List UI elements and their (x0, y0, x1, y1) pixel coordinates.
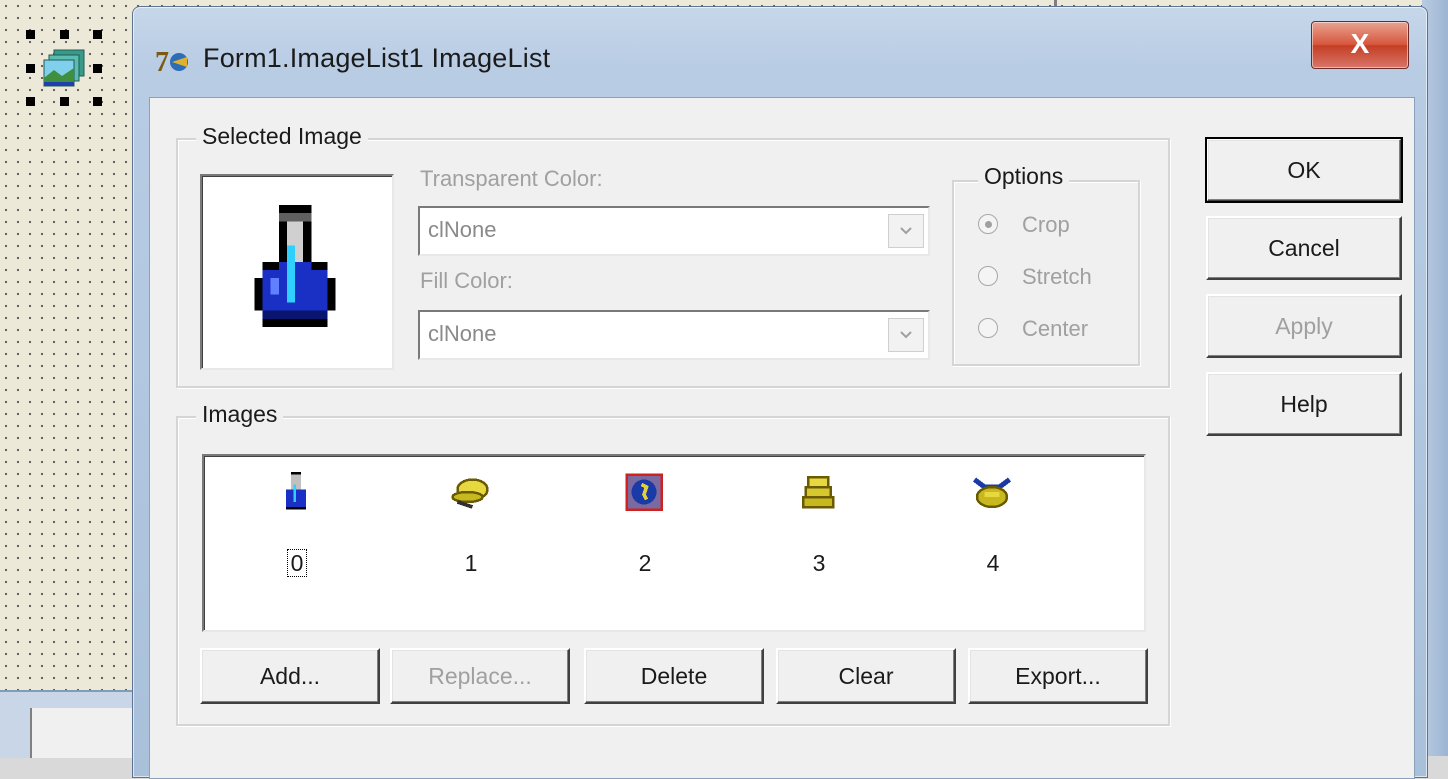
add-button[interactable]: Add... (200, 648, 380, 704)
radio-circle (978, 266, 998, 286)
selection-handle[interactable] (60, 97, 69, 106)
chevron-down-icon (900, 227, 912, 235)
delete-button[interactable]: Delete (584, 648, 764, 704)
selection-handle[interactable] (26, 30, 35, 39)
fill-color-select[interactable]: clNone (418, 310, 930, 360)
selection-handle[interactable] (26, 97, 35, 106)
image-index-label: 0 (238, 549, 356, 577)
ok-button[interactable]: OK (1205, 137, 1403, 203)
image-item[interactable]: 4 (934, 472, 1054, 582)
imagelist-icon (43, 49, 85, 87)
options-group: Options Crop Stretch Center (952, 160, 1140, 366)
designer-bottom-panel (0, 690, 152, 758)
dialog-client-area: Selected Image Transparent Color: clNone… (149, 97, 1415, 779)
delphi-app-icon: 7 (155, 47, 188, 77)
image-index-label: 3 (812, 550, 826, 576)
hat-icon (451, 478, 489, 509)
selected-image-preview (200, 174, 394, 370)
flask-icon (286, 472, 306, 510)
selection-handle[interactable] (26, 64, 35, 73)
replace-button[interactable]: Replace... (390, 648, 570, 704)
image-item[interactable]: 0 (238, 472, 358, 582)
close-icon: X (1350, 28, 1370, 59)
stack-icon (801, 475, 835, 509)
window-title: Form1.ImageList1 ImageList (203, 43, 551, 73)
stretch-label: Stretch (1022, 264, 1092, 289)
image-item[interactable]: 1 (412, 472, 532, 582)
flask-icon (254, 205, 336, 327)
imagelist-editor-dialog: 7 Form1.ImageList1 ImageList X Selected … (132, 6, 1428, 779)
globe-icon (625, 473, 663, 511)
image-index-label: 4 (986, 550, 1000, 576)
pot-icon (973, 477, 1011, 509)
image-item[interactable]: 3 (760, 472, 880, 582)
close-button[interactable]: X (1311, 21, 1409, 69)
selection-handle[interactable] (93, 97, 102, 106)
radio-circle (978, 214, 998, 234)
selection-handle[interactable] (93, 30, 102, 39)
transparent-color-value: clNone (428, 217, 497, 242)
imagelist-component[interactable] (26, 30, 102, 106)
dropdown-button[interactable] (888, 318, 924, 352)
image-item[interactable]: 2 (586, 472, 706, 582)
title-bar[interactable]: 7 Form1.ImageList1 ImageList X (133, 7, 1427, 93)
image-index-label: 1 (464, 550, 478, 576)
radio-dot (985, 221, 992, 228)
transparent-color-label: Transparent Color: (420, 166, 603, 191)
fill-color-label: Fill Color: (420, 268, 513, 293)
radio-circle (978, 318, 998, 338)
help-button[interactable]: Help (1206, 372, 1402, 436)
transparent-color-select[interactable]: clNone (418, 206, 930, 256)
selected-image-legend: Selected Image (196, 120, 368, 152)
export-button[interactable]: Export... (968, 648, 1148, 704)
images-legend: Images (196, 398, 284, 430)
crop-label: Crop (1022, 212, 1070, 237)
selection-handle[interactable] (60, 30, 69, 39)
svg-text:7: 7 (155, 47, 169, 77)
images-group: Images 0 1 2 3 4 Add... Replace... Delet… (176, 398, 1170, 726)
selected-image-group: Selected Image Transparent Color: clNone… (176, 120, 1170, 388)
clear-button[interactable]: Clear (776, 648, 956, 704)
fill-color-value: clNone (428, 321, 497, 346)
dropdown-button[interactable] (888, 214, 924, 248)
chevron-down-icon (900, 331, 912, 339)
options-legend: Options (978, 160, 1070, 192)
images-listview[interactable]: 0 1 2 3 4 (202, 454, 1146, 632)
cancel-button[interactable]: Cancel (1206, 216, 1402, 280)
image-index-label: 2 (638, 550, 652, 576)
center-label: Center (1022, 316, 1089, 341)
apply-button[interactable]: Apply (1206, 294, 1402, 358)
selection-handle[interactable] (93, 64, 102, 73)
